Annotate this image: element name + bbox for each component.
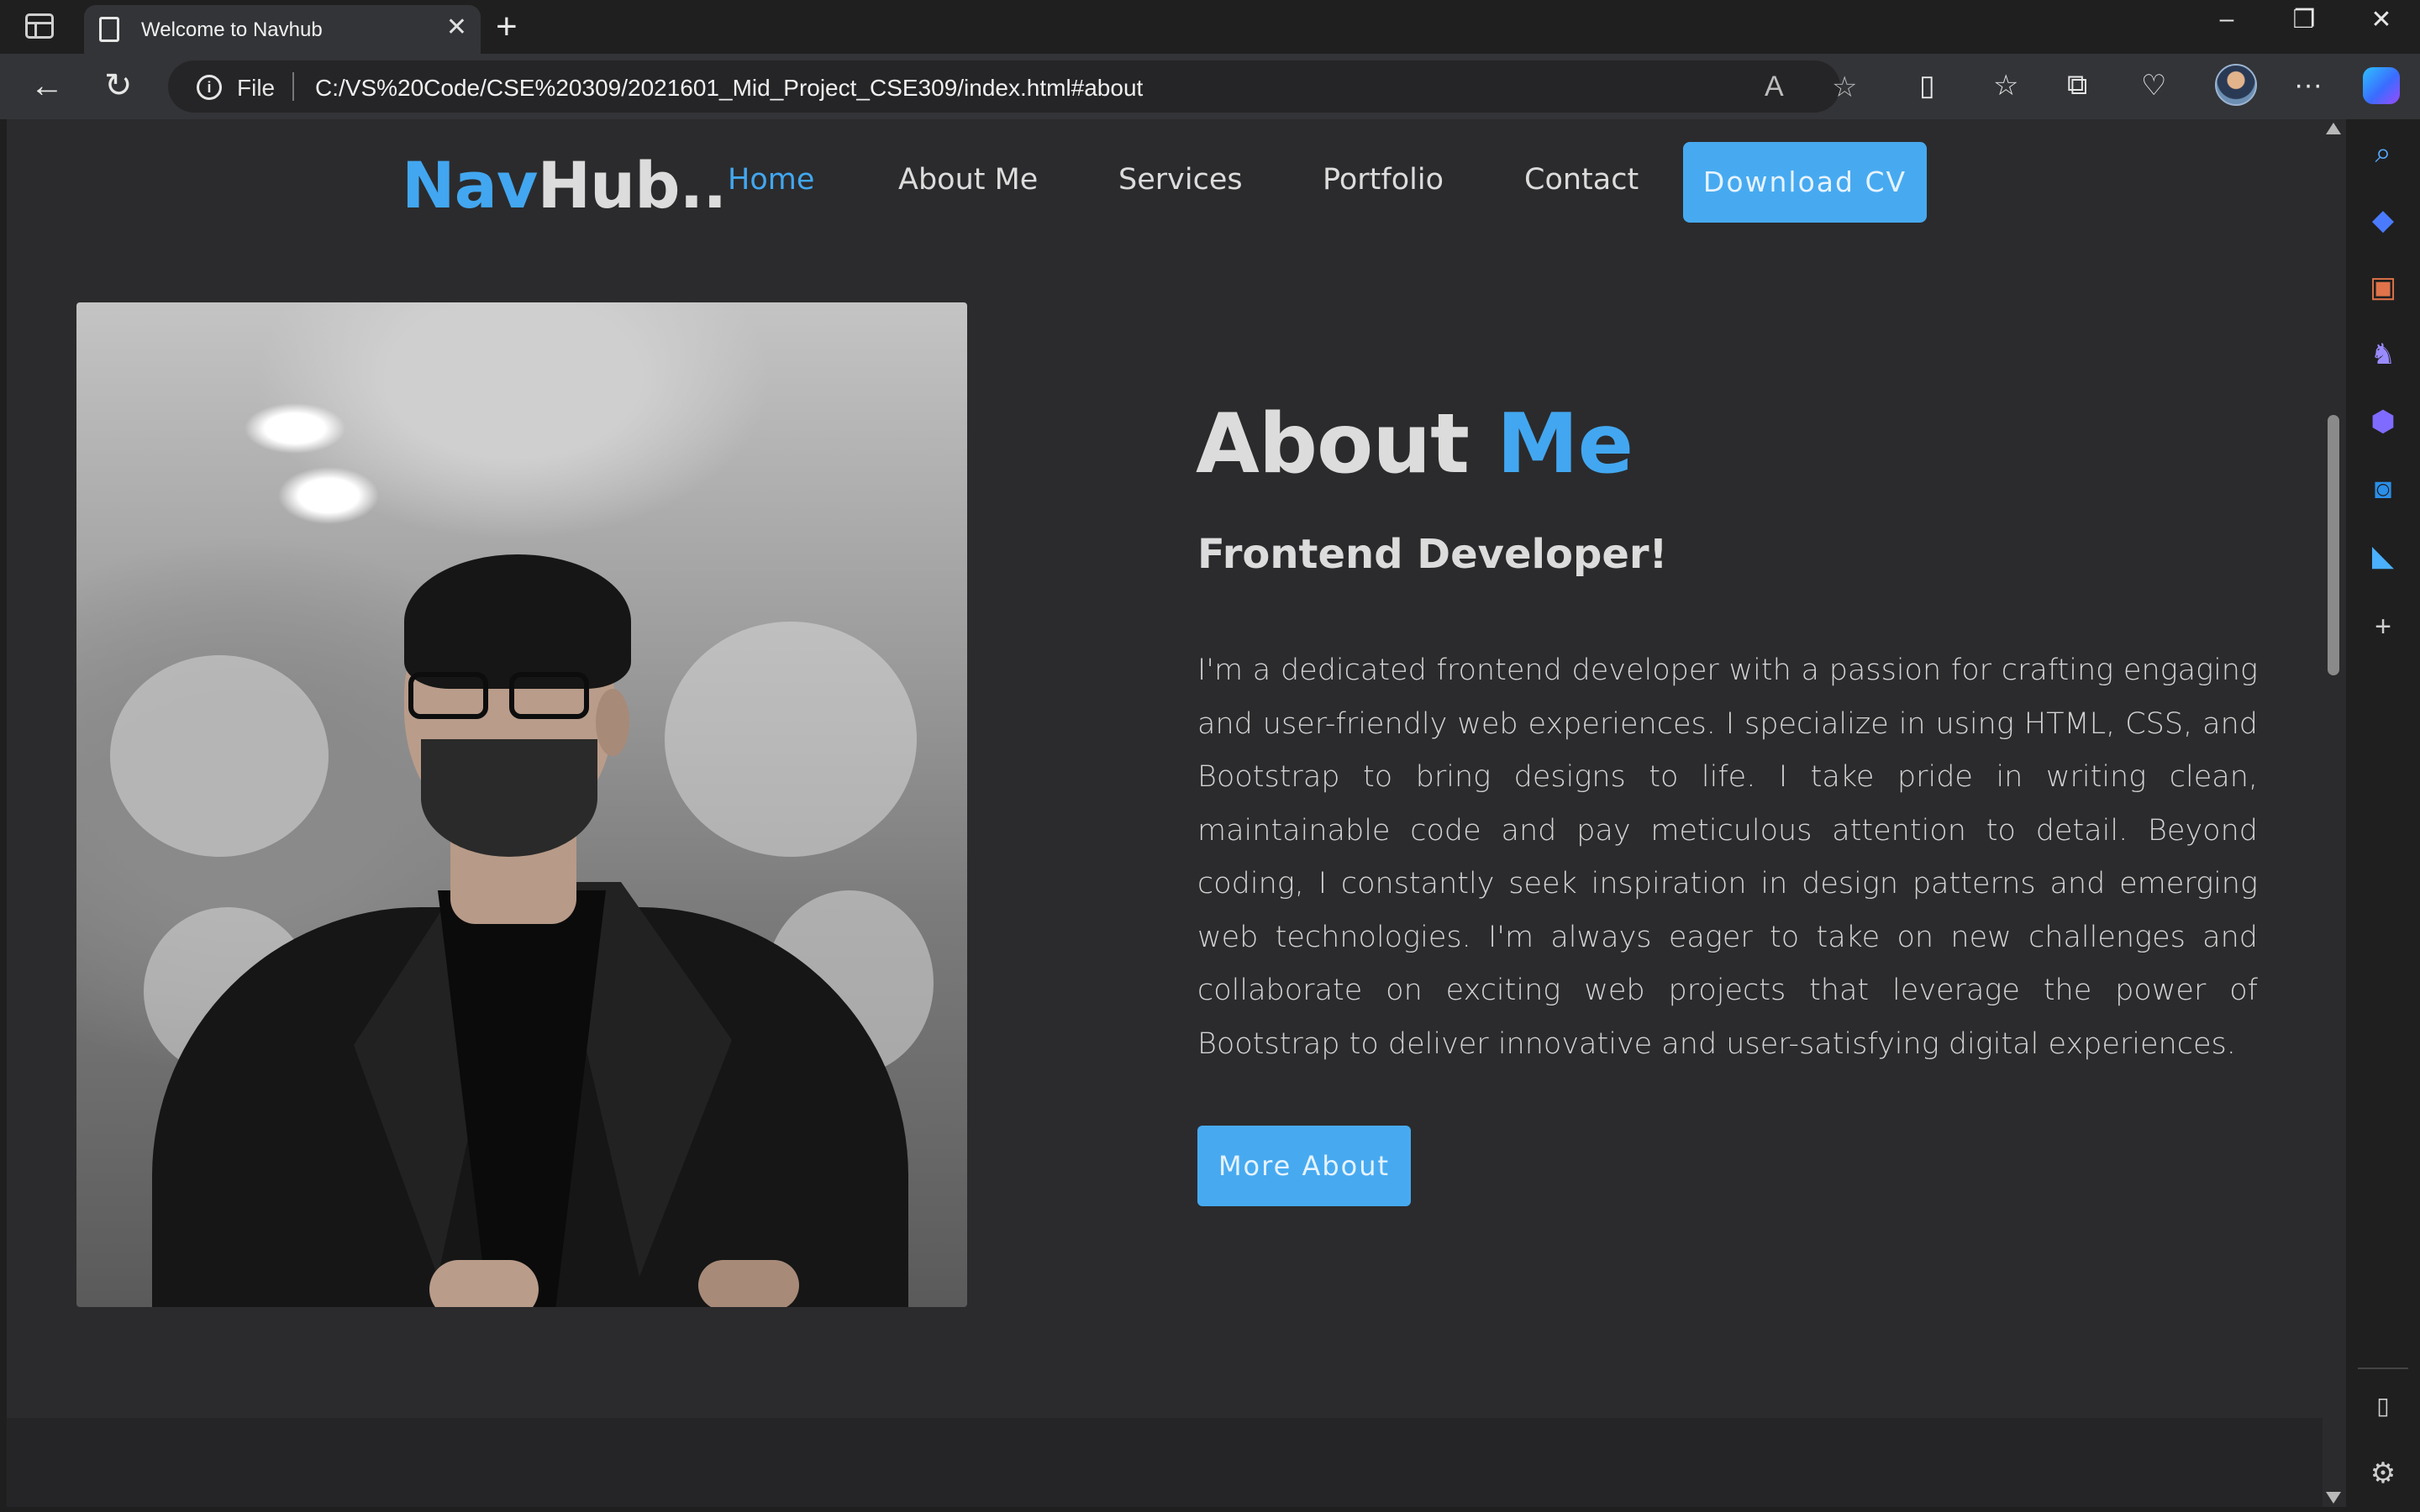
restore-icon[interactable]: ❐ — [2270, 5, 2338, 34]
close-icon[interactable]: ✕ — [446, 15, 467, 40]
page-viewport: NavHub.. Home About Me Services Portfoli… — [7, 119, 2323, 1507]
scroll-down-icon[interactable] — [2326, 1492, 2341, 1504]
document-icon — [99, 17, 119, 42]
nav-portfolio[interactable]: Portfolio — [1323, 163, 1444, 197]
url-text[interactable]: C:/VS%20Code/CSE%20309/2021601_Mid_Proje… — [315, 75, 1143, 102]
page-scrollbar[interactable] — [2323, 119, 2346, 1507]
split-screen-icon[interactable]: ▯ — [1919, 69, 1935, 102]
rail-divider — [2358, 1368, 2408, 1369]
copilot-icon[interactable] — [2363, 67, 2400, 104]
collections-icon[interactable]: ⧉ — [2067, 69, 2087, 102]
profile-photo — [76, 302, 967, 1307]
more-about-button[interactable]: More About — [1197, 1126, 1411, 1206]
info-icon[interactable]: i — [197, 75, 222, 100]
back-icon[interactable]: ← — [30, 67, 64, 104]
refresh-icon[interactable]: ↻ — [104, 67, 133, 104]
nav-contact[interactable]: Contact — [1524, 163, 1639, 197]
tab-title: Welcome to Navhub — [141, 18, 323, 41]
nav-services[interactable]: Services — [1118, 163, 1243, 197]
browser-toolbar: ← ↻ i File C:/VS%20Code/CSE%20309/202160… — [0, 54, 2420, 119]
site-navbar: NavHub.. Home About Me Services Portfoli… — [7, 119, 2323, 247]
shopping-tag-icon[interactable]: ◆ — [2365, 202, 2402, 239]
new-tab-icon[interactable]: + — [496, 8, 518, 45]
about-title-part1: About — [1196, 396, 1470, 492]
hide-sidebar-icon[interactable]: ▯ — [2365, 1388, 2402, 1425]
tab-strip: Welcome to Navhub ✕ + – ❐ ✕ — [0, 0, 2420, 54]
address-scheme-label: File — [237, 75, 276, 101]
profile-avatar[interactable] — [2215, 64, 2257, 106]
read-aloud-icon[interactable]: A — [1765, 71, 1784, 103]
search-icon[interactable]: ⌕ — [2365, 134, 2402, 171]
nav-home[interactable]: Home — [728, 163, 814, 197]
browser-essentials-icon[interactable]: ♡ — [2141, 69, 2166, 102]
about-subtitle: Frontend Developer! — [1197, 531, 1668, 578]
logo-part2: Hub.. — [537, 148, 727, 223]
tools-icon[interactable]: ▣ — [2365, 269, 2402, 306]
about-paragraph: I'm a dedicated frontend developer with … — [1197, 654, 2258, 1061]
address-bar[interactable]: i File C:/VS%20Code/CSE%20309/2021601_Mi… — [168, 60, 1857, 113]
site-logo[interactable]: NavHub.. — [402, 148, 727, 223]
download-cv-button[interactable]: Download CV — [1683, 142, 1927, 223]
games-icon[interactable]: ♞ — [2365, 336, 2402, 373]
browser-tab[interactable]: Welcome to Navhub ✕ — [84, 5, 481, 54]
drop-icon[interactable]: ◣ — [2365, 538, 2402, 575]
edge-sidebar: ⌕ ◆ ▣ ♞ ⬢ ◙ ◣ + ▯ ⚙ — [2346, 119, 2420, 1512]
about-title-part2: Me — [1497, 396, 1634, 492]
scrollbar-thumb[interactable] — [2328, 415, 2339, 675]
microsoft-365-icon[interactable]: ⬢ — [2365, 403, 2402, 440]
favorites-icon[interactable]: ☆ — [1993, 69, 2018, 102]
sidebar-toggle-icon[interactable] — [25, 13, 54, 39]
minimize-icon[interactable]: – — [2193, 5, 2260, 34]
settings-icon[interactable]: ⚙ — [2365, 1455, 2402, 1492]
about-title: About Me — [1196, 396, 1634, 492]
more-icon[interactable]: ··· — [2294, 69, 2323, 102]
add-icon[interactable]: + — [2365, 608, 2402, 645]
outlook-icon[interactable]: ◙ — [2365, 470, 2402, 507]
logo-part1: Nav — [402, 148, 538, 223]
nav-about-me[interactable]: About Me — [898, 163, 1038, 197]
scroll-up-icon[interactable] — [2326, 123, 2341, 134]
next-section-band — [7, 1418, 2323, 1507]
address-divider — [292, 72, 294, 101]
window-close-icon[interactable]: ✕ — [2348, 5, 2415, 34]
favorite-star-icon[interactable]: ☆ — [1832, 71, 1857, 104]
browser-window: Welcome to Navhub ✕ + – ❐ ✕ ← ↻ i File C… — [0, 0, 2420, 1512]
